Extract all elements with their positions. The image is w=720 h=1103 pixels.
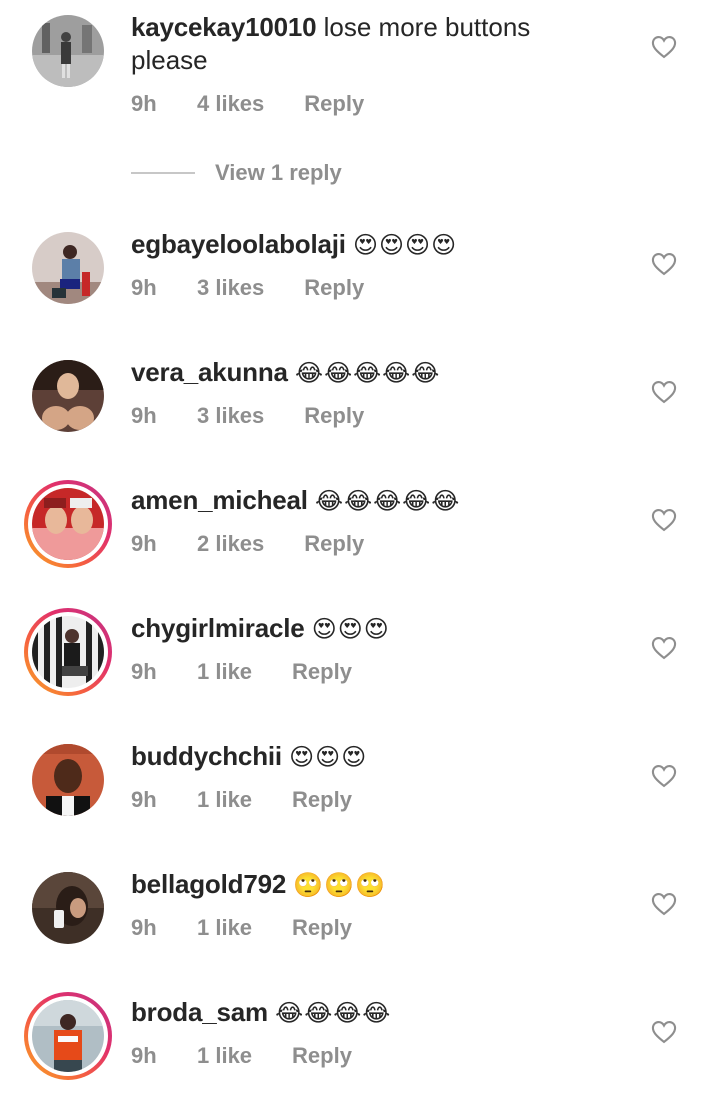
comment-text: egbayeloolabolaji 😍😍😍😍 (131, 228, 610, 262)
comment-username[interactable]: egbayeloolabolaji (131, 229, 346, 259)
comment-meta: 9h 1 like Reply (131, 659, 352, 685)
comment-time: 9h (131, 1043, 157, 1068)
comment-time: 9h (131, 659, 157, 684)
reply-button[interactable]: Reply (292, 1043, 352, 1069)
comment-body: 😂😂😂😂😂 (315, 488, 461, 515)
comment-meta: 9h 3 likes Reply (131, 275, 364, 301)
reply-button[interactable]: Reply (304, 91, 364, 117)
comment-username[interactable]: amen_micheal (131, 485, 308, 515)
view-replies[interactable]: View 1 reply (131, 160, 342, 186)
reply-button[interactable]: Reply (292, 915, 352, 941)
comment-meta: 9h 1 like Reply (131, 1043, 352, 1069)
comment-likes[interactable]: 1 like (197, 915, 252, 941)
comment-text: vera_akunna 😂😂😂😂😂 (131, 356, 610, 390)
avatar (32, 488, 104, 560)
avatar (32, 616, 104, 688)
comment-text: buddychchii 😍😍😍 (131, 740, 610, 774)
heart-outline-icon[interactable] (650, 33, 678, 61)
comment-time: 9h (131, 915, 157, 940)
comment-username[interactable]: bellagold792 (131, 869, 286, 899)
avatar-story-ring[interactable] (24, 992, 112, 1080)
heart-outline-icon[interactable] (650, 762, 678, 790)
comment-text: chygirlmiracle 😍😍😍 (131, 612, 610, 646)
comment-likes[interactable]: 4 likes (197, 91, 264, 117)
comment-likes[interactable]: 1 like (197, 787, 252, 813)
avatar (32, 1000, 104, 1072)
comment-body: 😍😍😍 (289, 744, 368, 771)
comment-meta: 9h 2 likes Reply (131, 531, 364, 557)
comment-body: 😍😍😍😍 (353, 232, 458, 259)
heart-outline-icon[interactable] (650, 250, 678, 278)
comment-text: bellagold792 🙄🙄🙄 (131, 868, 610, 902)
reply-button[interactable]: Reply (304, 531, 364, 557)
heart-outline-icon[interactable] (650, 890, 678, 918)
heart-outline-icon[interactable] (650, 506, 678, 534)
avatar[interactable] (32, 232, 104, 304)
comment-meta: 9h 4 likes Reply (131, 91, 364, 117)
comment-likes[interactable]: 3 likes (197, 403, 264, 429)
comment-time: 9h (131, 531, 157, 556)
comment-body: 🙄🙄🙄 (293, 872, 386, 899)
avatar-story-ring[interactable] (24, 608, 112, 696)
comment-username[interactable]: vera_akunna (131, 357, 288, 387)
comment-body: 😂😂😂😂😂 (295, 360, 441, 387)
heart-outline-icon[interactable] (650, 378, 678, 406)
reply-button[interactable]: Reply (292, 787, 352, 813)
comment-time: 9h (131, 275, 157, 300)
avatar[interactable] (32, 15, 104, 87)
comment-time: 9h (131, 91, 157, 116)
heart-outline-icon[interactable] (650, 1018, 678, 1046)
comment-likes[interactable]: 2 likes (197, 531, 264, 557)
avatar[interactable] (32, 360, 104, 432)
comment-meta: 9h 1 like Reply (131, 787, 352, 813)
reply-button[interactable]: Reply (304, 403, 364, 429)
comment-likes[interactable]: 1 like (197, 659, 252, 685)
avatar-story-ring[interactable] (24, 480, 112, 568)
comment-time: 9h (131, 787, 157, 812)
comment-username[interactable]: kaycekay10010 (131, 12, 317, 42)
comment-body: 😍😍😍 (311, 616, 390, 643)
comment-username[interactable]: chygirlmiracle (131, 613, 305, 643)
comment-body: 😂😂😂😂 (275, 1000, 392, 1027)
heart-outline-icon[interactable] (650, 634, 678, 662)
avatar[interactable] (32, 744, 104, 816)
comment-meta: 9h 1 like Reply (131, 915, 352, 941)
comment-text: kaycekay10010 lose more buttons please (131, 11, 610, 77)
replies-divider (131, 172, 195, 174)
comment-meta: 9h 3 likes Reply (131, 403, 364, 429)
view-replies-label[interactable]: View 1 reply (215, 160, 342, 186)
reply-button[interactable]: Reply (304, 275, 364, 301)
comment-likes[interactable]: 1 like (197, 1043, 252, 1069)
comment-text: broda_sam 😂😂😂😂 (131, 996, 610, 1030)
reply-button[interactable]: Reply (292, 659, 352, 685)
avatar[interactable] (32, 872, 104, 944)
comment-username[interactable]: buddychchii (131, 741, 282, 771)
comment-time: 9h (131, 403, 157, 428)
comment-likes[interactable]: 3 likes (197, 275, 264, 301)
comment-text: amen_micheal 😂😂😂😂😂 (131, 484, 610, 518)
comment-username[interactable]: broda_sam (131, 997, 268, 1027)
